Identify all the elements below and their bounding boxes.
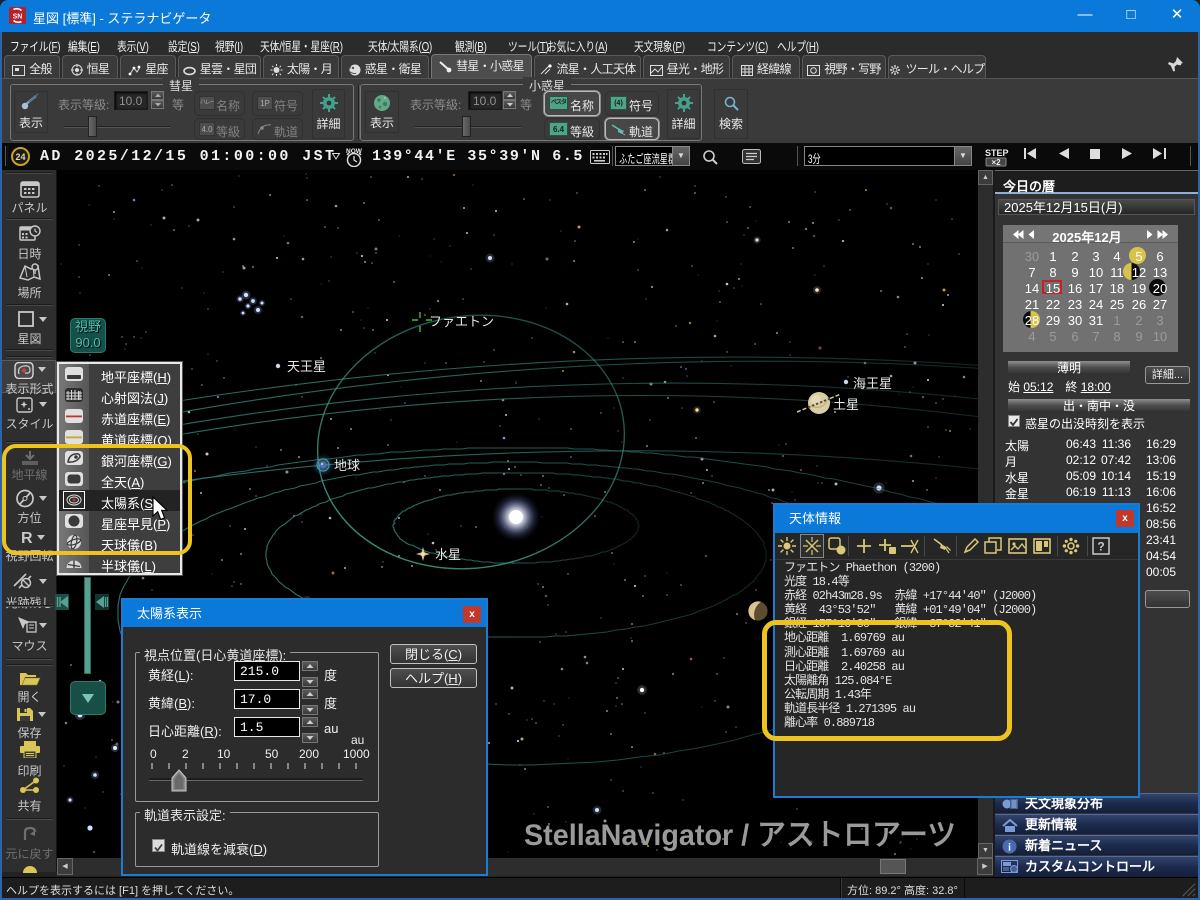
svg-text:地球: 地球 [334, 458, 360, 473]
svg-text:天王星: 天王星 [287, 359, 326, 374]
svg-text:土星: 土星 [833, 397, 859, 412]
svg-text:SN: SN [13, 14, 23, 21]
svg-text:海王星: 海王星 [853, 376, 892, 391]
svg-text:i: i [1008, 843, 1011, 854]
svg-text:水星: 水星 [435, 547, 461, 562]
svg-text:StellaNavigator / アストロアーツ: StellaNavigator / アストロアーツ [524, 819, 956, 852]
svg-text:24: 24 [15, 152, 25, 162]
svg-text:×2: ×2 [991, 158, 1001, 167]
svg-text:ファエトン: ファエトン [429, 314, 494, 329]
svg-text:STEP: STEP [985, 148, 1009, 158]
svg-text:?: ? [1097, 540, 1104, 554]
